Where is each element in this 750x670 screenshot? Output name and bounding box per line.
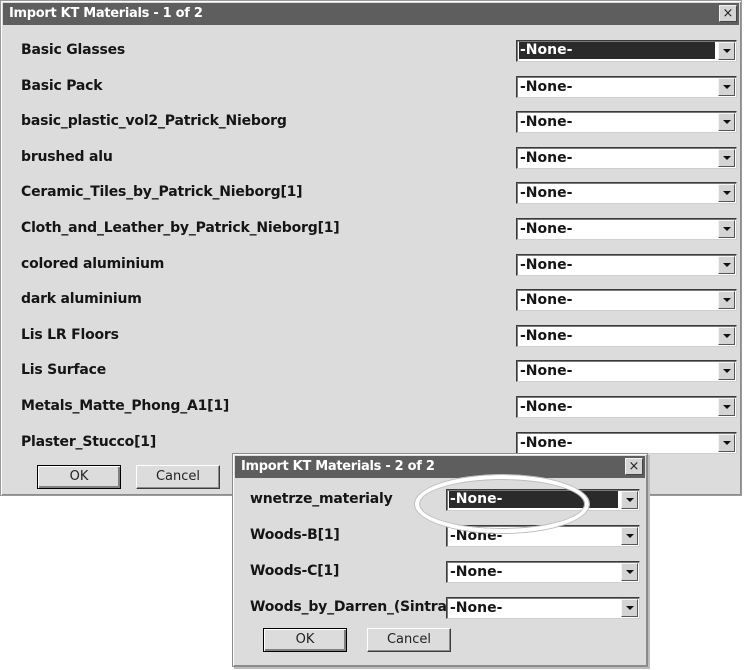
material-label: brushed alu: [21, 148, 113, 165]
select-value: -None-: [520, 114, 573, 131]
select-value: -None-: [520, 327, 573, 344]
chevron-down-icon[interactable]: [718, 398, 735, 416]
chevron-down-icon[interactable]: [621, 563, 638, 581]
material-mapping-select[interactable]: -None-: [446, 525, 640, 547]
material-label: Basic Glasses: [21, 42, 126, 58]
chevron-down-icon[interactable]: [718, 77, 735, 96]
material-mapping-select[interactable]: -None-: [516, 396, 737, 418]
material-label: colored aluminium: [21, 255, 165, 272]
material-mapping-select[interactable]: -None-: [516, 146, 737, 169]
material-mapping-select[interactable]: -None-: [516, 324, 737, 347]
material-label: Plaster_Stucco[1]: [21, 433, 157, 450]
material-mapping-select[interactable]: -None-: [516, 253, 737, 276]
material-mapping-select[interactable]: -None-: [516, 431, 737, 454]
material-label: wnetrze_materialy: [250, 491, 393, 507]
chevron-down-icon[interactable]: [718, 255, 735, 274]
select-value: -None-: [520, 363, 573, 380]
dialog-1-close-button[interactable]: ×: [719, 5, 737, 22]
select-value: -None-: [450, 528, 503, 544]
material-label: Woods_by_Darren_(Sintra): [250, 599, 453, 615]
material-label: dark aluminium: [21, 291, 142, 308]
chevron-down-icon[interactable]: [718, 184, 735, 203]
chevron-down-icon[interactable]: [718, 113, 735, 132]
chevron-down-icon[interactable]: [621, 599, 638, 617]
dialog-1-ok-button[interactable]: OK: [37, 465, 121, 489]
chevron-down-icon[interactable]: [718, 148, 735, 167]
material-label: Basic Pack: [21, 77, 103, 94]
material-label: Lis Surface: [21, 362, 107, 379]
dialog-1-cancel-button[interactable]: Cancel: [136, 465, 220, 489]
material-mapping-select[interactable]: -None-: [446, 597, 640, 619]
dialog-2-titlebar: Import KT Materials - 2 of 2 ×: [235, 456, 645, 478]
material-mapping-select[interactable]: -None-: [516, 40, 737, 62]
select-value: -None-: [520, 292, 573, 309]
select-value: -None-: [520, 399, 573, 415]
material-mapping-select[interactable]: -None-: [516, 360, 737, 383]
material-label: Ceramic_Tiles_by_Patrick_Nieborg[1]: [21, 184, 303, 201]
dialog-1-titlebar: Import KT Materials - 1 of 2 ×: [3, 3, 739, 25]
select-value: -None-: [519, 42, 715, 59]
chevron-down-icon[interactable]: [621, 491, 638, 509]
material-label: basic_plastic_vol2_Patrick_Nieborg: [21, 113, 287, 130]
dialog-2-title: Import KT Materials - 2 of 2: [241, 459, 435, 474]
dialog-2-close-button[interactable]: ×: [625, 458, 643, 475]
material-mapping-select[interactable]: -None-: [446, 561, 640, 583]
select-value: -None-: [449, 491, 618, 508]
material-label: Woods-B[1]: [250, 527, 340, 543]
material-mapping-select[interactable]: -None-: [516, 218, 737, 240]
dialog-2-ok-button[interactable]: OK: [263, 628, 347, 652]
chevron-down-icon[interactable]: [718, 433, 735, 452]
import-dialog-1: Import KT Materials - 1 of 2 × Basic Gla…: [0, 0, 742, 496]
select-value: -None-: [520, 185, 573, 202]
select-value: -None-: [520, 149, 573, 166]
chevron-down-icon[interactable]: [718, 220, 735, 238]
select-value: -None-: [520, 221, 573, 237]
chevron-down-icon[interactable]: [718, 326, 735, 345]
chevron-down-icon[interactable]: [621, 527, 638, 545]
select-value: -None-: [520, 434, 573, 451]
material-label: Cloth_and_Leather_by_Patrick_Nieborg[1]: [21, 220, 340, 236]
material-mapping-select[interactable]: -None-: [516, 111, 737, 134]
select-value: -None-: [450, 600, 503, 616]
select-value: -None-: [520, 78, 573, 95]
material-label: Lis LR Floors: [21, 326, 119, 343]
material-label: Woods-C[1]: [250, 563, 340, 579]
chevron-down-icon[interactable]: [718, 291, 735, 310]
material-mapping-select[interactable]: -None-: [446, 489, 640, 511]
import-dialog-2: Import KT Materials - 2 of 2 × wnetrze_m…: [232, 453, 648, 667]
chevron-down-icon[interactable]: [718, 362, 735, 381]
material-label: Metals_Matte_Phong_A1[1]: [21, 398, 230, 414]
select-value: -None-: [520, 256, 573, 273]
dialog-1-title: Import KT Materials - 1 of 2: [9, 6, 203, 21]
material-mapping-select[interactable]: -None-: [516, 289, 737, 312]
dialog-2-cancel-button[interactable]: Cancel: [367, 628, 451, 652]
select-value: -None-: [450, 564, 503, 580]
material-mapping-select[interactable]: -None-: [516, 182, 737, 205]
chevron-down-icon[interactable]: [718, 42, 735, 60]
material-mapping-select[interactable]: -None-: [516, 75, 737, 98]
